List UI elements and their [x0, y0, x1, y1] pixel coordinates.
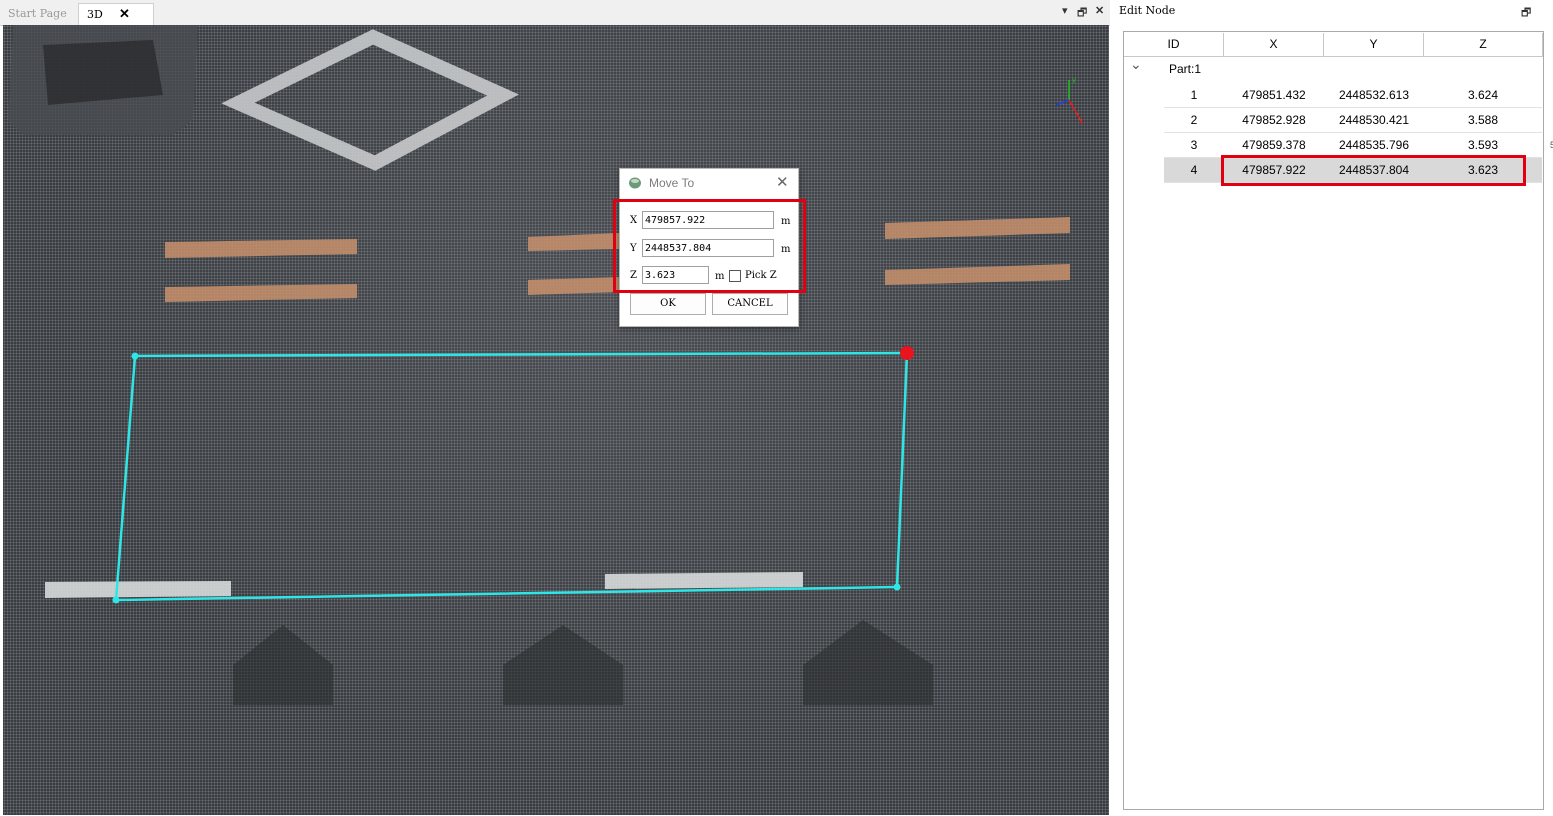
- table-row[interactable]: 2 479852.928 2448530.421 3.588: [1164, 108, 1542, 133]
- table-row[interactable]: 1 479851.432 2448532.613 3.624: [1164, 83, 1542, 108]
- dialog-title: Move To: [649, 176, 695, 190]
- diamond-road-marking: [221, 29, 519, 171]
- tab-3d[interactable]: 3D ✕: [78, 3, 154, 25]
- orange-stripe: [885, 217, 1070, 239]
- cell-id: 1: [1190, 88, 1198, 102]
- restore-window-icon[interactable]: 🗗: [1077, 4, 1087, 23]
- group-row-part-1[interactable]: ⌄ Part:1: [1124, 56, 1543, 82]
- polygon-node-1: [131, 352, 139, 360]
- tab-start-page[interactable]: Start Page: [0, 3, 82, 24]
- close-tab-icon[interactable]: ✕: [119, 4, 130, 25]
- cell-z: 3.588: [1467, 113, 1499, 127]
- dialog-highlight-box: [613, 199, 806, 293]
- cell-y: 2448532.613: [1338, 88, 1410, 102]
- cell-id: 4: [1190, 163, 1198, 177]
- close-window-icon[interactable]: ✕: [1095, 4, 1104, 17]
- chevron-down-icon[interactable]: ⌄: [1130, 52, 1142, 77]
- orange-stripe: [528, 277, 619, 295]
- edited-polygon: [114, 351, 909, 602]
- cancel-button[interactable]: CANCEL: [712, 293, 788, 315]
- restore-panel-icon[interactable]: 🗗: [1521, 4, 1531, 23]
- orange-stripe: [885, 264, 1070, 285]
- point-cloud-scene: y x: [8, 25, 1083, 705]
- car-window-shadow: [43, 40, 163, 105]
- shadow-region: [803, 620, 933, 705]
- cell-y: 2448535.796: [1338, 138, 1410, 152]
- cell-x: 479851.432: [1242, 88, 1306, 102]
- tab-3d-label: 3D: [87, 8, 103, 21]
- shadow-region: [233, 625, 333, 705]
- node-table: ID X Y Z ⌄ Part:1 1 479851.432 2448532.6…: [1123, 31, 1544, 810]
- cell-id: 3: [1190, 138, 1198, 152]
- svg-text:y: y: [1072, 76, 1076, 84]
- selected-polygon-node-4: [900, 346, 914, 360]
- axis-gizmo-icon: y x: [1055, 76, 1083, 126]
- polygon-node-3: [893, 583, 901, 591]
- ok-button[interactable]: OK: [630, 293, 706, 315]
- cell-z: 3.593: [1467, 138, 1499, 152]
- cell-y: 2448530.421: [1338, 113, 1410, 127]
- cell-z: 3.624: [1467, 88, 1499, 102]
- tab-start-page-label: Start Page: [8, 7, 67, 20]
- shadow-region: [503, 625, 623, 705]
- column-header-y[interactable]: Y: [1324, 33, 1424, 57]
- polygon-node-2: [112, 596, 120, 604]
- cell-x: 479852.928: [1242, 113, 1306, 127]
- orange-stripe: [165, 239, 357, 258]
- orange-stripe: [165, 284, 357, 302]
- globe-icon: [629, 177, 641, 189]
- 3d-viewport[interactable]: y x: [3, 25, 1109, 815]
- group-label: Part:1: [1169, 62, 1202, 76]
- document-tab-bar: Start Page 3D ✕ ▾ 🗗 ✕: [0, 0, 1110, 26]
- dialog-close-icon[interactable]: ✕: [776, 173, 789, 191]
- column-header-x[interactable]: X: [1224, 33, 1324, 57]
- cell-id: 2: [1190, 113, 1198, 127]
- row-highlight-box: [1221, 155, 1526, 186]
- white-road-marking: [45, 581, 231, 598]
- svg-text:x: x: [1079, 118, 1083, 126]
- chevron-down-icon[interactable]: ▾: [1062, 4, 1068, 17]
- column-header-z[interactable]: Z: [1424, 33, 1543, 57]
- orange-stripe: [528, 233, 619, 251]
- panel-title: Edit Node: [1119, 4, 1176, 17]
- cell-x: 479859.378: [1242, 138, 1306, 152]
- white-road-marking: [605, 572, 803, 589]
